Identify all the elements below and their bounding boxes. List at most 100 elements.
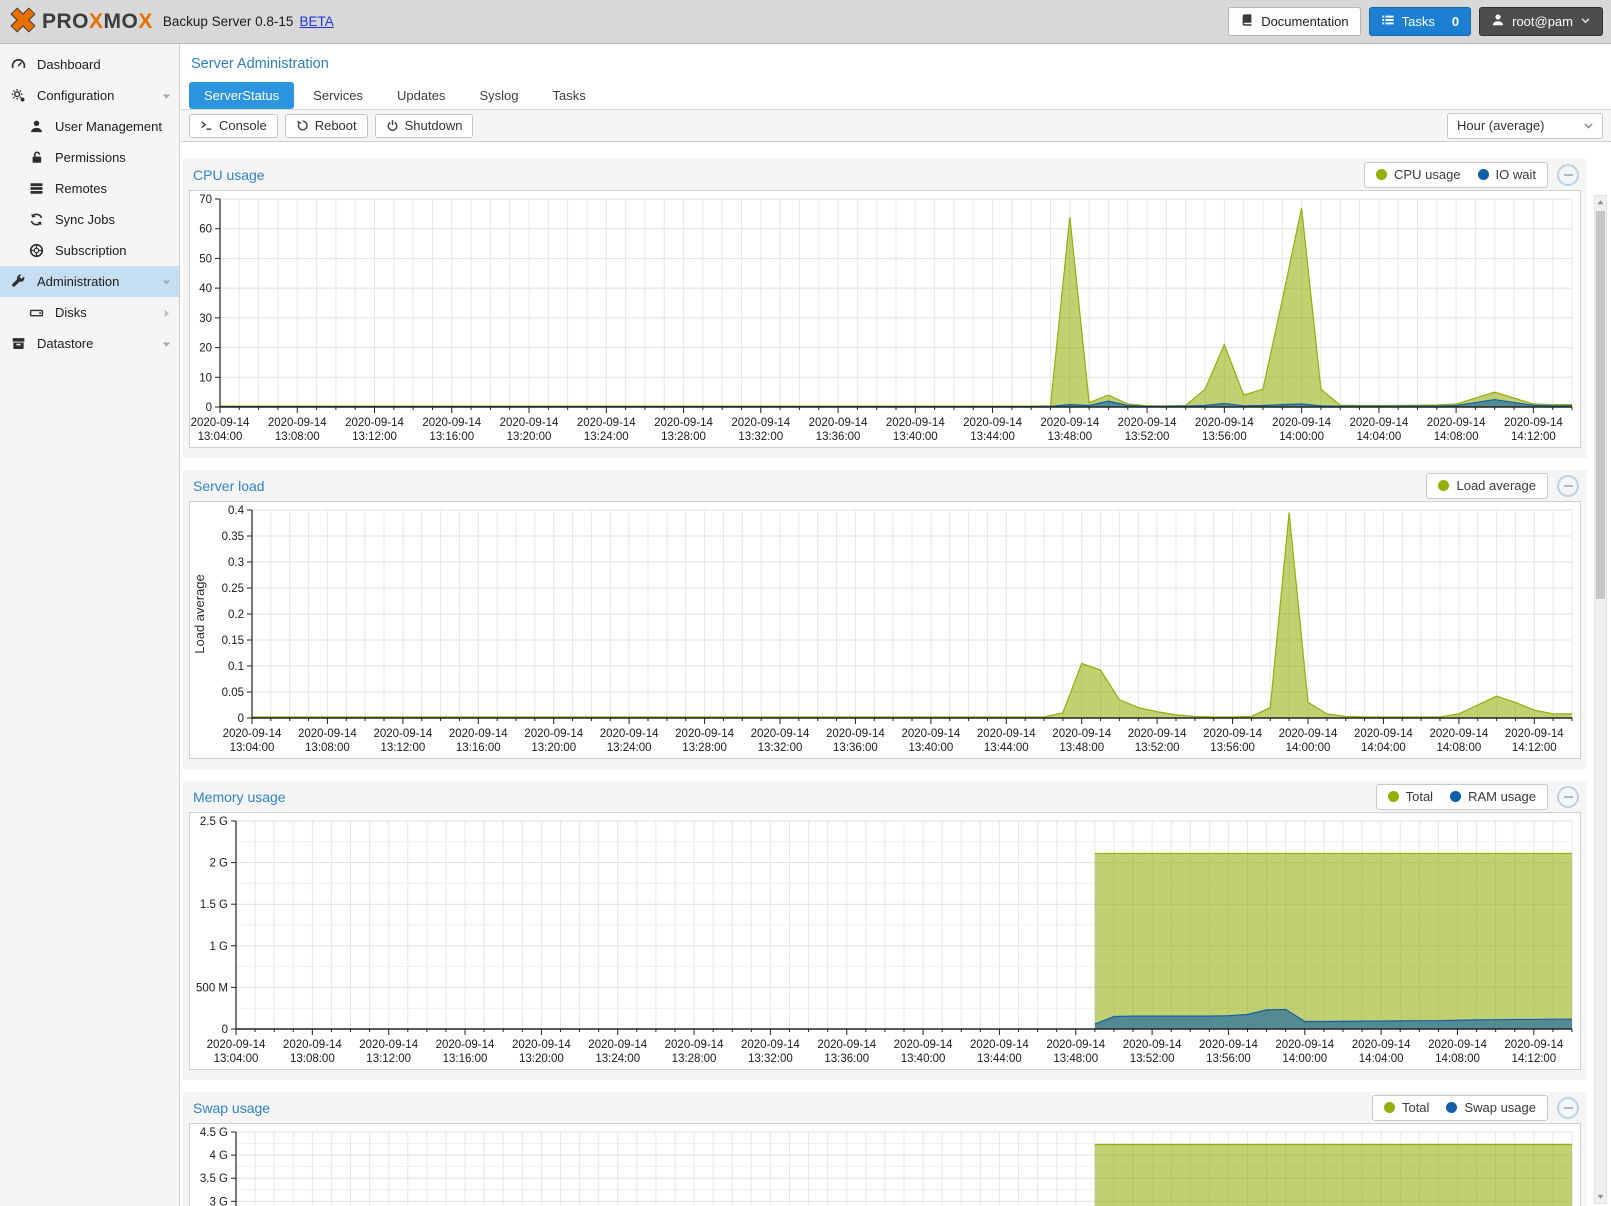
legend-item-load-average[interactable]: Load average [1438,478,1536,493]
chevron-down-icon [1582,119,1595,132]
legend-item-cpu-usage[interactable]: CPU usage [1376,167,1460,182]
svg-text:13:32:00: 13:32:00 [758,742,803,754]
svg-text:2020-09-14: 2020-09-14 [1046,1039,1105,1051]
svg-text:10: 10 [199,372,212,384]
svg-text:13:04:00: 13:04:00 [230,742,275,754]
expander-down-icon[interactable] [161,90,172,105]
svg-text:2020-09-14: 2020-09-14 [449,728,508,740]
user-icon [29,119,46,134]
svg-text:2020-09-14: 2020-09-14 [436,1039,495,1051]
tasks-button[interactable]: Tasks 0 [1369,7,1471,36]
svg-text:2020-09-14: 2020-09-14 [1128,728,1187,740]
tab-services[interactable]: Services [298,82,378,109]
sidebar-item-administration[interactable]: Administration [0,266,179,297]
svg-text:13:32:00: 13:32:00 [748,1053,793,1065]
book-icon [1240,13,1254,30]
svg-text:70: 70 [199,194,212,206]
svg-text:2020-09-14: 2020-09-14 [1118,417,1177,429]
svg-text:2020-09-14: 2020-09-14 [1275,1039,1334,1051]
svg-text:14:00:00: 14:00:00 [1286,742,1331,754]
user-menu-button[interactable]: root@pam [1479,7,1603,36]
task-list-icon [1381,13,1395,30]
svg-text:13:04:00: 13:04:00 [198,431,243,443]
svg-text:0.1: 0.1 [228,661,244,673]
server-load-collapse-button[interactable] [1557,475,1579,497]
expander-right-icon[interactable] [161,307,172,322]
legend-item-ram-usage[interactable]: RAM usage [1450,789,1536,804]
page-title: Server Administration [191,56,1611,72]
svg-text:13:40:00: 13:40:00 [908,742,953,754]
tab-updates[interactable]: Updates [382,82,460,109]
scrollbar-thumb[interactable] [1596,211,1605,599]
user-icon [1491,13,1505,30]
expander-down-icon[interactable] [161,338,172,353]
svg-text:2020-09-14: 2020-09-14 [191,417,250,429]
svg-text:2 G: 2 G [209,858,228,870]
svg-text:14:12:00: 14:12:00 [1511,431,1556,443]
shutdown-button[interactable]: Shutdown [375,114,474,138]
cpu-usage-collapse-button[interactable] [1557,164,1579,186]
legend-item-io-wait[interactable]: IO wait [1478,167,1536,182]
proxmox-backup-server-app: PROXMOX Backup Server 0.8-15 BETA Docume… [0,0,1611,1206]
sync-icon [29,212,46,227]
logo-wordmark: PROXMOX [42,10,153,34]
legend-item-swap-usage[interactable]: Swap usage [1446,1100,1536,1115]
sidebar-item-sync-jobs[interactable]: Sync Jobs [0,204,179,235]
beta-link[interactable]: BETA [299,14,333,29]
svg-text:0.2: 0.2 [228,609,244,621]
time-range-select[interactable]: Hour (average) [1447,113,1603,139]
sidebar-item-user-management[interactable]: User Management [0,111,179,142]
memory-usage-collapse-button[interactable] [1557,786,1579,808]
svg-text:2020-09-14: 2020-09-14 [970,1039,1029,1051]
svg-text:13:12:00: 13:12:00 [352,431,397,443]
proxmox-logo: PROXMOX [8,5,153,38]
memory-usage-chart-svg: 0500 M1 G1.5 G2 G2.5 G2020-09-1413:04:00… [190,813,1581,1067]
svg-text:1 G: 1 G [209,941,228,953]
memory-usage-chart: 0500 M1 G1.5 G2 G2.5 G2020-09-1413:04:00… [189,812,1581,1070]
sidebar-item-remotes[interactable]: Remotes [0,173,179,204]
remotes-icon [29,181,46,196]
legend-item-total[interactable]: Total [1388,789,1433,804]
svg-text:0.3: 0.3 [228,557,244,569]
legend-item-total[interactable]: Total [1384,1100,1429,1115]
cpu-usage-chart: 0102030405060702020-09-1413:04:002020-09… [189,190,1581,448]
reboot-button[interactable]: Reboot [285,114,368,138]
swap-usage-legend: Total Swap usage [1372,1095,1548,1121]
svg-text:13:36:00: 13:36:00 [824,1053,869,1065]
svg-text:2020-09-14: 2020-09-14 [977,728,1036,740]
tab-serverstatus[interactable]: ServerStatus [189,82,294,109]
svg-text:2020-09-14: 2020-09-14 [901,728,960,740]
scroll-down-arrow[interactable] [1595,1190,1606,1203]
svg-text:13:48:00: 13:48:00 [1059,742,1104,754]
sidebar-item-subscription[interactable]: Subscription [0,235,179,266]
reboot-icon [296,119,309,132]
green-series-dot-icon [1384,1102,1395,1113]
sidebar-item-disks[interactable]: Disks [0,297,179,328]
sidebar-item-permissions[interactable]: Permissions [0,142,179,173]
tab-syslog[interactable]: Syslog [464,82,533,109]
swap-usage-title: Swap usage [193,1100,270,1116]
wrench-icon [11,274,28,289]
svg-text:2020-09-14: 2020-09-14 [500,417,559,429]
swap-usage-collapse-button[interactable] [1557,1097,1579,1119]
gauge-icon [11,57,28,72]
svg-text:2020-09-14: 2020-09-14 [817,1039,876,1051]
charts-region: CPU usageCPU usageIO wait010203040506070… [181,151,1611,1206]
tab-tasks[interactable]: Tasks [537,82,600,109]
svg-text:13:08:00: 13:08:00 [290,1053,335,1065]
console-button[interactable]: Console [189,114,278,138]
svg-text:2020-09-14: 2020-09-14 [886,417,945,429]
expander-down-icon[interactable] [161,276,172,291]
sidebar-item-configuration[interactable]: Configuration [0,80,179,111]
svg-text:2020-09-14: 2020-09-14 [675,728,734,740]
blue-series-dot-icon [1450,791,1461,802]
svg-text:13:44:00: 13:44:00 [970,431,1015,443]
vertical-scrollbar[interactable] [1594,195,1607,1204]
scroll-up-arrow[interactable] [1595,196,1606,209]
sidebar-item-datastore[interactable]: Datastore [0,328,179,359]
swap-usage-chart: 0500 M1 G1.5 G2 G2.5 G3 G3.5 G4 G4.5 G20… [189,1123,1581,1206]
green-series-dot-icon [1388,791,1399,802]
server-load-legend: Load average [1426,473,1548,499]
documentation-button[interactable]: Documentation [1228,7,1360,36]
sidebar-item-dashboard[interactable]: Dashboard [0,49,179,80]
